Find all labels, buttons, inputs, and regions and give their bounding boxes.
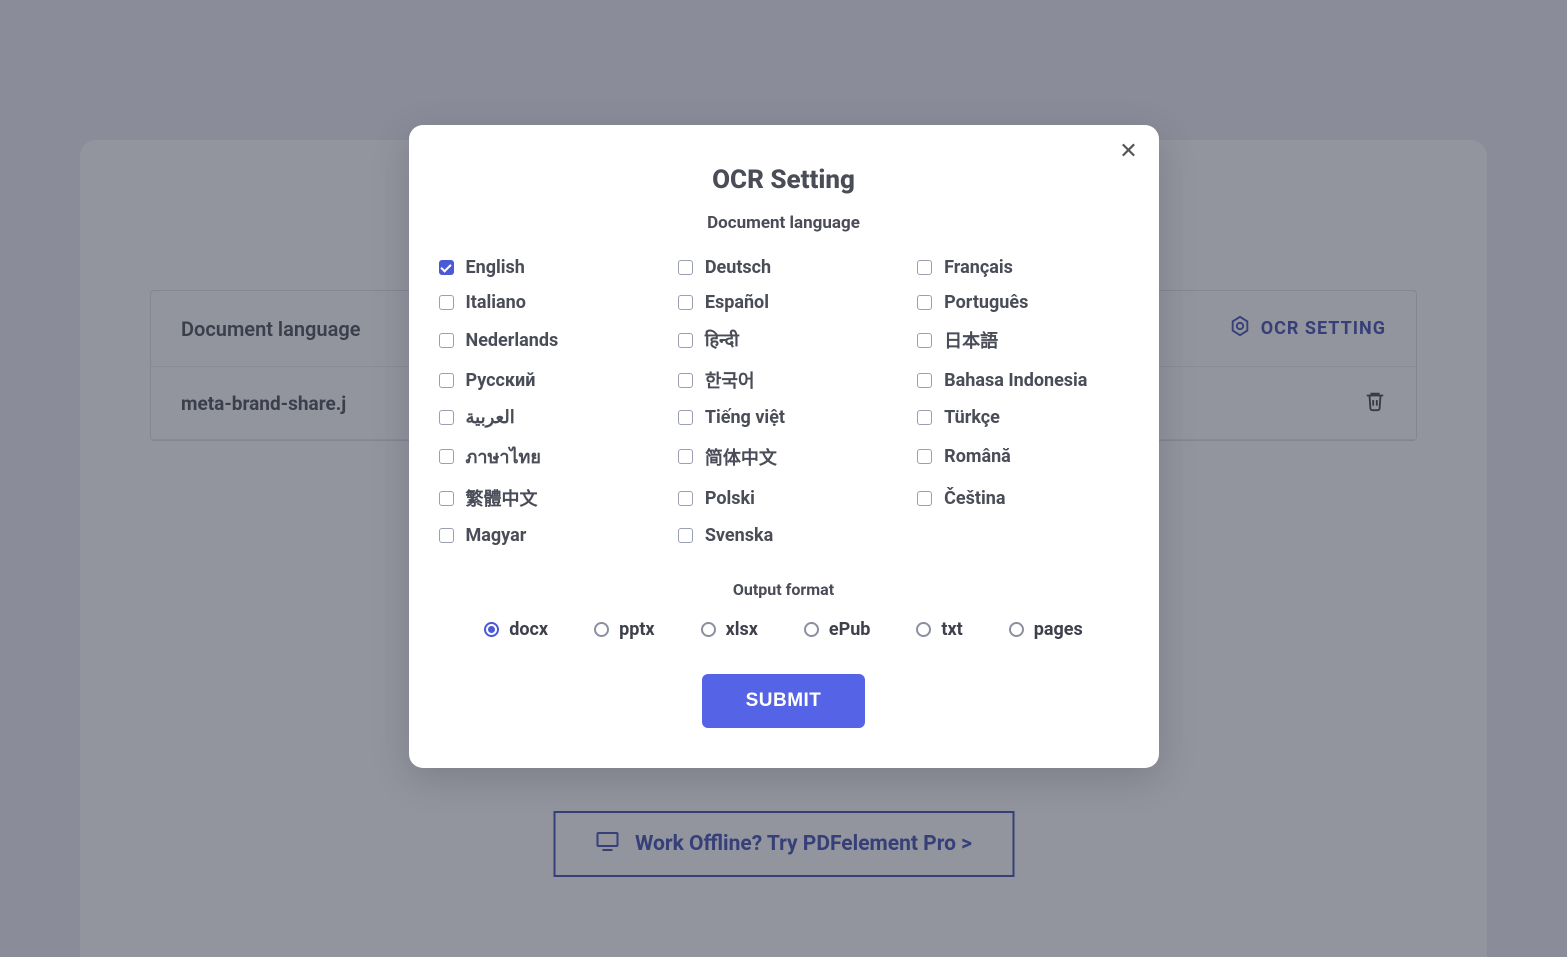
format-label: xlsx [726, 619, 758, 640]
checkbox-icon [678, 410, 693, 425]
language-label: Italiano [466, 292, 526, 313]
close-icon: ✕ [1119, 139, 1137, 164]
checkbox-icon [917, 449, 932, 464]
language-label: Polski [705, 488, 755, 509]
language-checkbox[interactable]: Русский [435, 367, 654, 393]
language-checkbox[interactable]: Español [674, 292, 893, 313]
radio-icon [1009, 622, 1024, 637]
language-checkbox[interactable]: 繁體中文 [435, 485, 654, 511]
format-label: ePub [829, 619, 871, 640]
language-label: Deutsch [705, 257, 771, 278]
format-label: pptx [619, 619, 655, 640]
language-grid: English Deutsch Français Italiano Español Por… [435, 257, 1133, 566]
language-checkbox[interactable]: Română [913, 442, 1132, 471]
language-checkbox[interactable]: Français [913, 257, 1132, 278]
checkbox-icon [439, 410, 454, 425]
language-label: Čeština [944, 488, 1005, 509]
radio-icon [701, 622, 716, 637]
close-button[interactable]: ✕ [1117, 139, 1141, 163]
language-checkbox[interactable]: Polski [674, 485, 893, 511]
language-label: 简体中文 [705, 444, 777, 470]
format-label: txt [941, 619, 962, 640]
submit-button[interactable]: SUBMIT [702, 674, 866, 728]
language-checkbox[interactable]: English [435, 257, 654, 278]
checkbox-icon [439, 333, 454, 348]
language-label: Español [705, 292, 769, 313]
language-checkbox[interactable]: Türkçe [913, 407, 1132, 428]
language-label: Tiếng việt [705, 407, 785, 428]
language-checkbox[interactable]: Bahasa Indonesia [913, 367, 1132, 393]
format-radio[interactable]: ePub [804, 619, 871, 640]
checkbox-icon [917, 333, 932, 348]
checkbox-icon [917, 373, 932, 388]
output-format-row: docx pptx xlsx ePub txt pages [435, 619, 1133, 640]
language-label: Русский [466, 370, 536, 391]
language-checkbox[interactable]: Tiếng việt [674, 407, 893, 428]
format-label: docx [509, 619, 548, 640]
language-checkbox[interactable]: 日本語 [913, 327, 1132, 353]
language-checkbox[interactable]: Português [913, 292, 1132, 313]
checkbox-icon [678, 373, 693, 388]
checkbox-icon [439, 373, 454, 388]
checkbox-icon [678, 449, 693, 464]
language-label: ภาษาไทย [466, 442, 541, 471]
language-checkbox[interactable]: हिन्दी [674, 327, 893, 353]
format-radio[interactable]: pptx [594, 619, 655, 640]
modal-title: OCR Setting [435, 165, 1133, 195]
checkbox-icon [917, 260, 932, 275]
language-checkbox[interactable]: العربية [435, 407, 654, 428]
checkbox-icon [439, 295, 454, 310]
output-format-title: Output format [435, 580, 1133, 599]
checkbox-icon [678, 491, 693, 506]
language-label: 한국어 [705, 367, 755, 393]
checkbox-icon [439, 528, 454, 543]
checkbox-icon [678, 295, 693, 310]
language-label: Français [944, 257, 1013, 278]
language-label: हिन्दी [705, 328, 739, 352]
checkbox-icon [917, 491, 932, 506]
checkbox-icon [678, 333, 693, 348]
checkbox-icon [439, 491, 454, 506]
format-radio[interactable]: xlsx [701, 619, 758, 640]
checkbox-icon [439, 449, 454, 464]
language-checkbox[interactable]: Čeština [913, 485, 1132, 511]
format-radio[interactable]: txt [916, 619, 962, 640]
checkbox-icon [917, 410, 932, 425]
language-label: Română [944, 446, 1011, 467]
language-label: Svenska [705, 525, 773, 546]
format-radio[interactable]: pages [1009, 619, 1083, 640]
language-label: 繁體中文 [466, 485, 538, 511]
language-label: Magyar [466, 525, 527, 546]
language-label: Português [944, 292, 1028, 313]
language-label: العربية [466, 407, 515, 428]
language-checkbox[interactable]: Deutsch [674, 257, 893, 278]
ocr-setting-modal: ✕ OCR Setting Document language English D… [409, 125, 1159, 768]
language-label: Nederlands [466, 330, 559, 351]
checkbox-icon [678, 260, 693, 275]
checkbox-icon [439, 260, 454, 275]
language-checkbox[interactable]: 简体中文 [674, 442, 893, 471]
format-label: pages [1034, 619, 1083, 640]
modal-subtitle: Document language [435, 213, 1133, 233]
language-checkbox[interactable]: 한국어 [674, 367, 893, 393]
radio-icon [594, 622, 609, 637]
checkbox-icon [917, 295, 932, 310]
language-checkbox[interactable]: ภาษาไทย [435, 442, 654, 471]
language-label: 日本語 [944, 327, 998, 353]
language-checkbox[interactable]: Svenska [674, 525, 893, 546]
language-label: English [466, 257, 525, 278]
language-label: Türkçe [944, 407, 1000, 428]
radio-icon [484, 622, 499, 637]
language-checkbox[interactable]: Nederlands [435, 327, 654, 353]
radio-icon [916, 622, 931, 637]
format-radio[interactable]: docx [484, 619, 548, 640]
radio-icon [804, 622, 819, 637]
checkbox-icon [678, 528, 693, 543]
language-checkbox[interactable]: Magyar [435, 525, 654, 546]
language-checkbox[interactable]: Italiano [435, 292, 654, 313]
language-label: Bahasa Indonesia [944, 370, 1087, 391]
